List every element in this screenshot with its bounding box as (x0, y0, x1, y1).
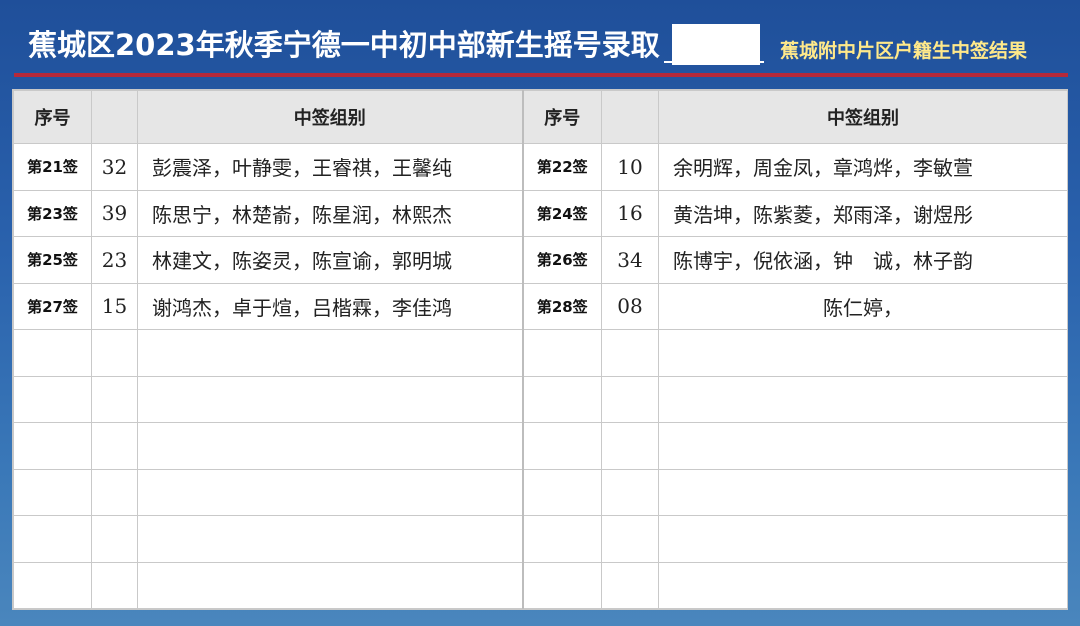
left-names-cell (137, 329, 524, 377)
header-num-right (601, 90, 659, 144)
right-number-cell: 16 (601, 189, 659, 237)
table-row: 第23签 39 陈思宁，林楚嵛，陈星润，林熙杰 第24签 16 黄浩坤，陈紫菱，郑雨泽，谢… (13, 189, 1068, 237)
right-names-cell (658, 329, 1068, 377)
left-names-cell: 谢鸿杰，卓于煊，吕楷霖，李佳鸿 (137, 282, 524, 330)
right-label-cell (522, 422, 602, 470)
title-blank-box (672, 24, 760, 65)
left-names-cell: 陈思宁，林楚嵛，陈星润，林熙杰 (137, 189, 524, 237)
results-table: 序号 中签组别 序号 中签组别 第21签 32 彭震泽，叶静雯，王睿祺，王馨纯 第22… (13, 90, 1068, 609)
table-row: 第21签 32 彭震泽，叶静雯，王睿祺，王馨纯 第22签 10 余明辉，周金凤，章鸿烨，李… (13, 143, 1068, 191)
right-number-cell: 10 (601, 143, 659, 191)
left-names-cell (137, 422, 524, 470)
left-label-cell (13, 561, 92, 609)
header-group-right: 中签组别 (658, 90, 1068, 144)
left-names-cell (137, 468, 524, 516)
watermark-text: 大梦蕉城 (937, 569, 1026, 594)
left-number-cell (91, 375, 138, 423)
right-number-cell (601, 468, 659, 516)
left-label-cell (13, 329, 92, 377)
right-number-cell: 34 (601, 236, 659, 284)
left-label-cell: 第23签 (13, 189, 92, 237)
watermark: 大梦蕉城 (893, 563, 1025, 595)
right-names-cell (658, 375, 1068, 423)
right-label-cell (522, 561, 602, 609)
page-title: 蕉城区2023年秋季宁德一中初中部新生摇号录取 (28, 28, 660, 62)
header-seq-right: 序号 (522, 90, 602, 144)
right-label-cell: 第22签 (522, 143, 602, 191)
left-label-cell (13, 515, 92, 563)
left-names-cell: 林建文，陈姿灵，陈宣谕，郭明城 (137, 236, 524, 284)
right-names-cell: 陈仁婷， (658, 282, 1068, 330)
left-names-cell (137, 375, 524, 423)
table-row (13, 515, 1068, 563)
left-label-cell: 第21签 (13, 143, 92, 191)
table-row (13, 468, 1068, 516)
right-label-cell (522, 515, 602, 563)
left-number-cell (91, 515, 138, 563)
right-names-cell: 黄浩坤，陈紫菱，郑雨泽，谢煜彤 (658, 189, 1068, 237)
left-label-cell (13, 375, 92, 423)
table-row: 第25签 23 林建文，陈姿灵，陈宣谕，郭明城 第26签 34 陈博宇，倪依涵，钟 诚，林… (13, 236, 1068, 284)
left-label-cell (13, 468, 92, 516)
header-divider (14, 73, 1068, 77)
results-panel: 序号 中签组别 序号 中签组别 第21签 32 彭震泽，叶静雯，王睿祺，王馨纯 第22… (12, 89, 1068, 610)
right-label-cell: 第26签 (522, 236, 602, 284)
header-seq-left: 序号 (13, 90, 92, 144)
right-number-cell (601, 329, 659, 377)
right-label-cell: 第24签 (522, 189, 602, 237)
right-names-cell (658, 515, 1068, 563)
left-number-cell: 32 (91, 143, 138, 191)
table-row (13, 375, 1068, 423)
left-number-cell (91, 468, 138, 516)
left-label-cell (13, 422, 92, 470)
left-number-cell: 15 (91, 282, 138, 330)
table-header-row: 序号 中签组别 序号 中签组别 (13, 90, 1068, 144)
right-number-cell (601, 422, 659, 470)
right-names-cell (658, 422, 1068, 470)
right-label-cell (522, 375, 602, 423)
page-subtitle: 蕉城附中片区户籍生中签结果 (780, 40, 1028, 62)
right-number-cell (601, 375, 659, 423)
left-number-cell: 23 (91, 236, 138, 284)
right-label-cell (522, 329, 602, 377)
left-names-cell (137, 515, 524, 563)
title-blank-underline (664, 61, 764, 63)
right-label-cell: 第28签 (522, 282, 602, 330)
header-num-left (91, 90, 138, 144)
right-label-cell (522, 468, 602, 516)
wechat-icon (894, 566, 929, 591)
left-label-cell: 第25签 (13, 236, 92, 284)
left-number-cell: 39 (91, 189, 138, 237)
table-row (13, 329, 1068, 377)
left-label-cell: 第27签 (13, 282, 92, 330)
left-number-cell (91, 329, 138, 377)
left-number-cell (91, 422, 138, 470)
right-names-cell (658, 468, 1068, 516)
right-number-cell (601, 515, 659, 563)
right-number-cell: 08 (601, 282, 659, 330)
left-names-cell (137, 561, 524, 609)
right-number-cell (601, 561, 659, 609)
table-row: 第27签 15 谢鸿杰，卓于煊，吕楷霖，李佳鸿 第28签 08 陈仁婷， (13, 282, 1068, 330)
table-row (13, 422, 1068, 470)
right-names-cell: 余明辉，周金凤，章鸿烨，李敏萱 (658, 143, 1068, 191)
right-names-cell: 陈博宇，倪依涵，钟 诚，林子韵 (658, 236, 1068, 284)
header-group-left: 中签组别 (137, 90, 524, 144)
left-names-cell: 彭震泽，叶静雯，王睿祺，王馨纯 (137, 143, 524, 191)
left-number-cell (91, 561, 138, 609)
